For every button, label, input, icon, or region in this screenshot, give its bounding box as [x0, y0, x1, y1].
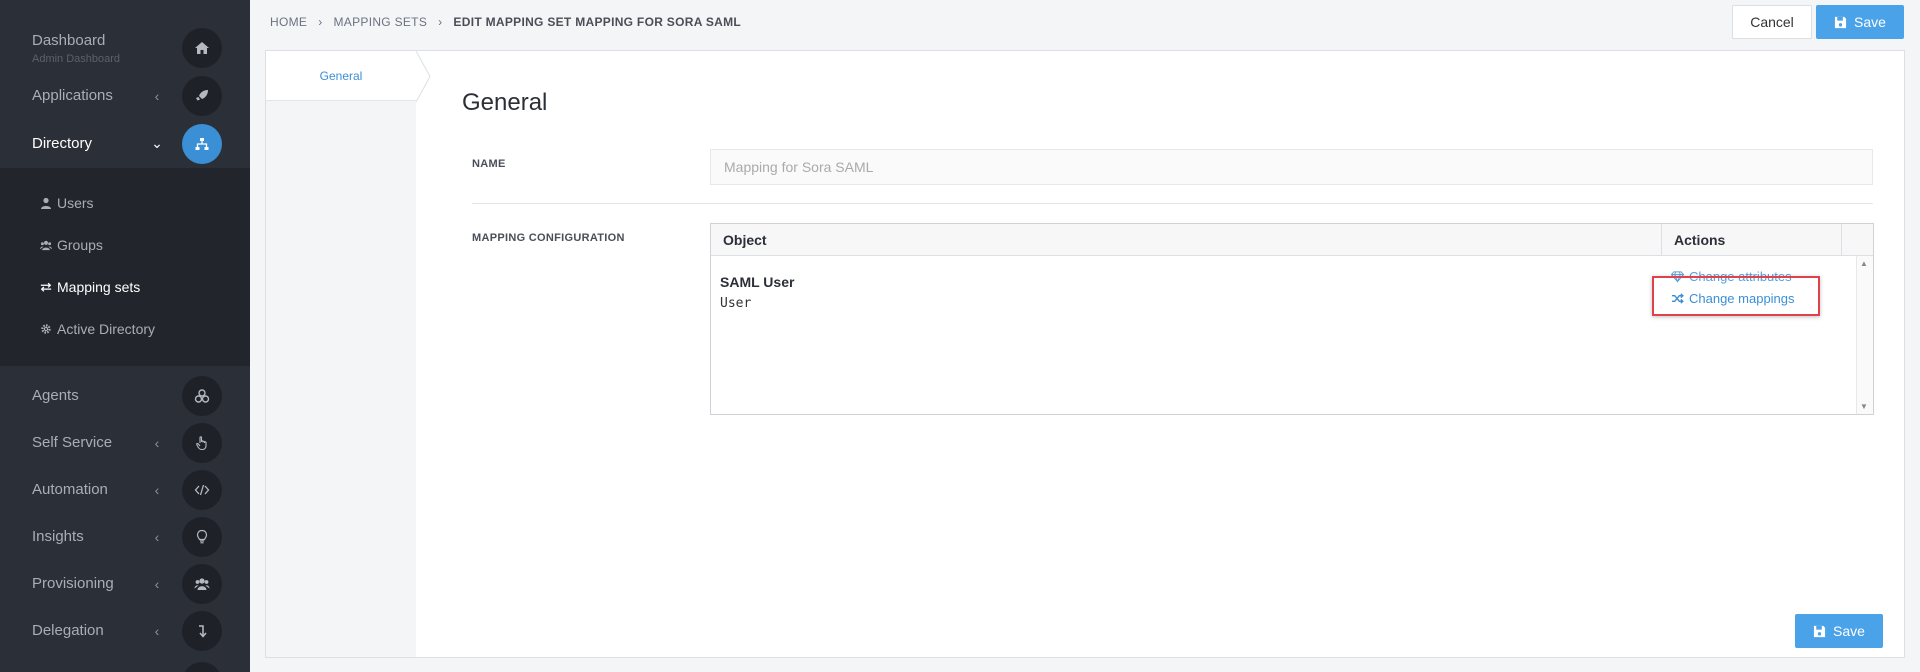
sidebar-item-self-service[interactable]: Self Service ‹	[0, 419, 250, 466]
tab-active-arrow	[416, 51, 431, 102]
sidebar-item-label: Automation	[32, 481, 108, 498]
chevron-left-icon: ‹	[154, 528, 160, 545]
sidebar-item-more[interactable]	[0, 654, 250, 672]
sidebar-item-label: Directory	[32, 135, 93, 152]
chevron-right-icon: ›	[318, 15, 323, 29]
sidebar-item-groups[interactable]: Groups	[40, 237, 103, 253]
sitemap-icon	[182, 123, 222, 164]
column-divider	[1841, 224, 1842, 255]
sidebar-submenu-directory: Users Groups Mapping sets Active Directo…	[0, 168, 250, 366]
breadcrumb-home[interactable]: HOME	[270, 15, 307, 29]
mapping-configuration-label: MAPPING CONFIGURATION	[472, 232, 625, 244]
users-icon	[40, 240, 52, 251]
sidebar-item-label: Active Directory	[57, 321, 156, 337]
grid-scrollbar[interactable]: ▲ ▼	[1856, 256, 1873, 414]
scroll-down-icon[interactable]: ▼	[1860, 402, 1868, 411]
sidebar-item-label: Users	[57, 195, 94, 211]
chevron-down-icon: ⌄	[151, 135, 163, 151]
section-title: General	[462, 89, 548, 116]
users-icon	[182, 563, 222, 604]
rocket-icon	[182, 75, 222, 116]
hand-pointer-icon	[182, 422, 222, 463]
floppy-disk-icon	[1834, 16, 1847, 28]
save-button[interactable]: Save	[1816, 5, 1904, 39]
edit-panel: General General NAME MAPPING CONFIGURATI…	[265, 50, 1905, 658]
save-button-bottom[interactable]: Save	[1795, 614, 1883, 648]
mapping-grid: Object Actions SAML User User Change att…	[710, 223, 1874, 415]
sidebar-item-directory[interactable]: Directory ⌄	[0, 120, 250, 167]
exchange-icon	[40, 282, 52, 292]
grid-header: Object Actions	[711, 224, 1873, 256]
sidebar: Dashboard Admin Dashboard Applications ‹…	[0, 0, 250, 672]
chevron-left-icon: ‹	[154, 622, 160, 639]
level-down-icon	[182, 610, 222, 651]
save-button-label: Save	[1854, 14, 1886, 30]
chevron-right-icon: ›	[438, 15, 443, 29]
name-label: NAME	[472, 158, 506, 170]
chevron-left-icon: ‹	[154, 87, 160, 104]
sidebar-item-label: Agents	[32, 387, 79, 404]
highlight-annotation	[1652, 276, 1820, 316]
tab-list: General	[266, 51, 416, 657]
sidebar-item-sublabel: Admin Dashboard	[32, 53, 121, 65]
sidebar-item-label: Self Service	[32, 434, 113, 451]
scroll-up-icon[interactable]: ▲	[1860, 259, 1868, 268]
sidebar-item-applications[interactable]: Applications ‹	[0, 72, 250, 119]
user-icon	[41, 197, 51, 209]
column-header-actions[interactable]: Actions	[1661, 224, 1841, 255]
sidebar-item-dashboard[interactable]: Dashboard Admin Dashboard	[0, 24, 250, 71]
sidebar-item-mapping-sets[interactable]: Mapping sets	[40, 279, 140, 295]
sidebar-item-label: Provisioning	[32, 575, 114, 592]
sidebar-item-label: Groups	[57, 237, 103, 253]
name-field[interactable]	[710, 149, 1873, 185]
sidebar-item-provisioning[interactable]: Provisioning ‹	[0, 560, 250, 607]
chevron-left-icon: ‹	[154, 481, 160, 498]
sidebar-item-automation[interactable]: Automation ‹	[0, 466, 250, 513]
breadcrumb: HOME › MAPPING SETS › EDIT MAPPING SET M…	[270, 15, 741, 29]
chevron-left-icon: ‹	[154, 575, 160, 592]
save-button-label: Save	[1833, 623, 1865, 639]
code-icon	[182, 469, 222, 510]
sidebar-item-users[interactable]: Users	[40, 195, 94, 211]
sidebar-item-active-directory[interactable]: Active Directory	[40, 321, 155, 337]
sidebar-item-label: Mapping sets	[57, 279, 141, 295]
sidebar-item-insights[interactable]: Insights ‹	[0, 513, 250, 560]
cubes-icon	[182, 375, 222, 416]
object-title: SAML User	[720, 274, 795, 290]
sidebar-item-label: Dashboard	[32, 32, 106, 49]
lightbulb-icon	[182, 516, 222, 557]
object-type: User	[720, 296, 752, 311]
breadcrumb-current: EDIT MAPPING SET MAPPING FOR SORA SAML	[453, 15, 742, 29]
breadcrumb-mapping-sets[interactable]: MAPPING SETS	[334, 15, 428, 29]
sidebar-item-agents[interactable]: Agents	[0, 372, 250, 419]
chevron-left-icon: ‹	[154, 434, 160, 451]
cancel-button[interactable]: Cancel	[1732, 5, 1812, 39]
floppy-disk-icon	[1813, 625, 1826, 637]
gear-icon	[41, 324, 51, 334]
home-icon	[182, 27, 222, 68]
divider	[472, 203, 1873, 204]
sidebar-item-label: Insights	[32, 528, 84, 545]
tab-general[interactable]: General	[266, 51, 416, 101]
sidebar-item-label: Applications	[32, 87, 113, 104]
sidebar-item-delegation[interactable]: Delegation ‹	[0, 607, 250, 654]
sidebar-item-label: Delegation	[32, 622, 104, 639]
more-icon	[182, 662, 222, 672]
column-header-object[interactable]: Object	[711, 224, 1661, 255]
